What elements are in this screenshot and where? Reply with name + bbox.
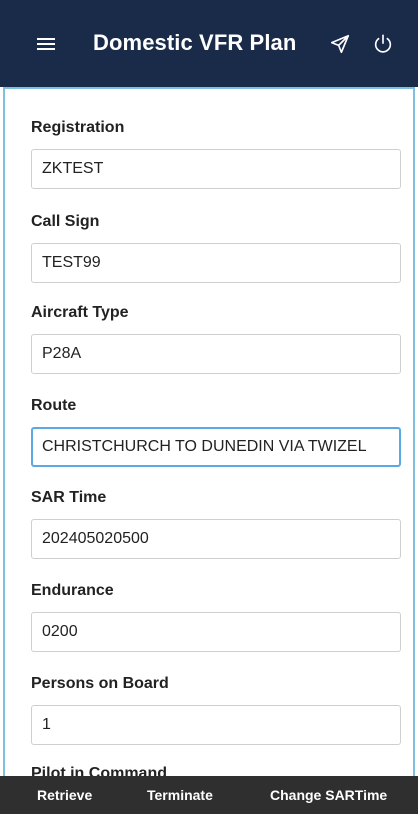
- call-sign-input[interactable]: [31, 243, 401, 283]
- endurance-label: Endurance: [31, 582, 114, 599]
- route-label: Route: [31, 397, 77, 414]
- sar-time-field-group: SAR Time: [31, 488, 401, 559]
- persons-on-board-input[interactable]: [31, 705, 401, 745]
- registration-label: Registration: [31, 119, 125, 136]
- persons-on-board-label: Persons on Board: [31, 675, 169, 692]
- bottom-action-bar: Retrieve Terminate Change SARTime: [0, 776, 418, 814]
- aircraft-type-label: Aircraft Type: [31, 304, 129, 321]
- persons-on-board-field-group: Persons on Board: [31, 674, 401, 745]
- app-bar: Domestic VFR Plan: [0, 0, 418, 87]
- registration-field-group: Registration: [31, 118, 401, 189]
- sar-time-label: SAR Time: [31, 489, 107, 506]
- retrieve-button[interactable]: Retrieve: [37, 776, 92, 814]
- content-frame-left: [3, 87, 5, 776]
- registration-input[interactable]: [31, 149, 401, 189]
- endurance-input[interactable]: [31, 612, 401, 652]
- sar-time-input[interactable]: [31, 519, 401, 559]
- aircraft-type-input[interactable]: [31, 334, 401, 374]
- content-frame-right: [413, 87, 415, 776]
- send-icon[interactable]: [325, 29, 355, 59]
- change-sartime-button[interactable]: Change SARTime: [270, 776, 387, 814]
- power-icon[interactable]: [368, 29, 398, 59]
- vfr-plan-screen: Domestic VFR Plan Registration Call Sign…: [0, 0, 418, 814]
- call-sign-label: Call Sign: [31, 213, 100, 230]
- hamburger-menu-icon[interactable]: [31, 29, 61, 59]
- endurance-field-group: Endurance: [31, 581, 401, 652]
- route-field-group: Route: [31, 396, 401, 467]
- page-title: Domestic VFR Plan: [93, 30, 297, 55]
- terminate-button[interactable]: Terminate: [147, 776, 213, 814]
- route-input[interactable]: [31, 427, 401, 467]
- content-frame-top: [3, 87, 415, 89]
- call-sign-field-group: Call Sign: [31, 212, 401, 283]
- aircraft-type-field-group: Aircraft Type: [31, 303, 401, 374]
